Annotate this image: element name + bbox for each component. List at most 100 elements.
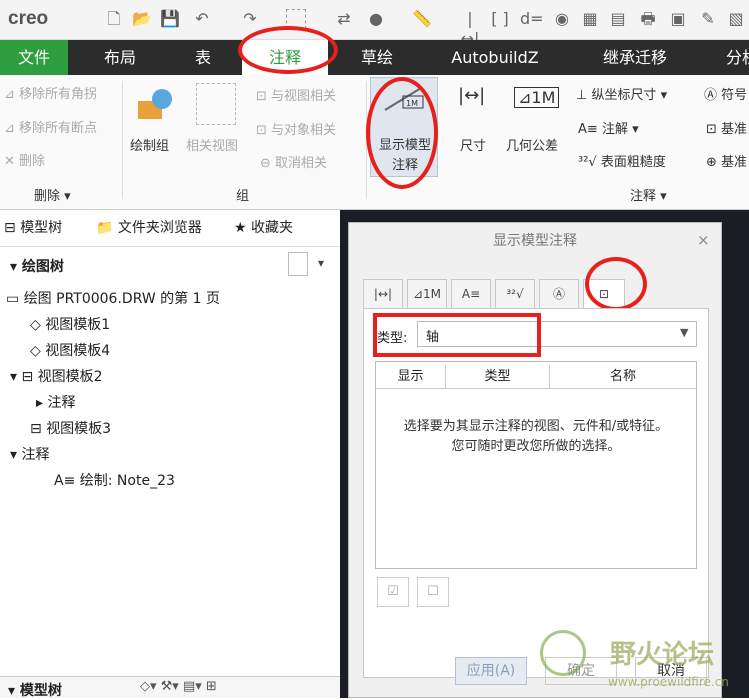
tab-file[interactable]: 文件 <box>0 40 68 75</box>
new-file-icon[interactable]: 🗋 <box>104 9 124 29</box>
print-icon[interactable]: 🖶 <box>638 9 658 29</box>
with-view-button[interactable]: ⊡ 与视图相关 <box>256 85 336 104</box>
dimension-button[interactable]: 尺寸 <box>460 135 486 154</box>
note-icon: A≡ <box>578 122 598 137</box>
ordinate-icon: ⊥ <box>576 88 588 103</box>
symbol-icon: Ⓐ <box>704 88 718 103</box>
measure-icon[interactable]: 📏 <box>412 9 432 29</box>
open-folder-icon[interactable]: 📂 <box>132 9 152 29</box>
tree-item-drawing[interactable]: ▭ 绘图 PRT0006.DRW 的第 1 页 <box>6 288 220 308</box>
select-all-icon[interactable]: ☑ <box>377 577 409 607</box>
column-name[interactable]: 名称 <box>550 365 696 389</box>
tab-surface-finish[interactable]: ³²√ <box>495 279 535 309</box>
remove-all-breaks-button[interactable]: ⊿ 移除所有断点 <box>4 117 97 136</box>
dimension-icon: |↔| <box>458 85 486 106</box>
highlight-circle <box>585 257 647 311</box>
tab-symbols[interactable]: Ⓐ <box>539 279 579 309</box>
drawing-icon: ▭ <box>6 291 20 307</box>
column-display[interactable]: 显示 <box>376 365 446 389</box>
selection-message-line2: 您可随时更改您所做的选择。 <box>451 439 621 454</box>
tree-item-annotations[interactable]: ▾ 注释 <box>10 444 49 464</box>
datum-target-button[interactable]: ⊕ 基准 <box>706 151 747 170</box>
remove-all-corners-button[interactable]: ⊿ 移除所有角拐 <box>4 83 97 102</box>
watermark-logo <box>540 630 586 676</box>
circle-icon[interactable]: ◉ <box>552 9 572 29</box>
divider <box>0 246 340 247</box>
left-panel: ⊟ 模型树 📁 文件夹浏览器 ★ 收藏夹 ▾ 绘图树 ▾ ▭ 绘图 PRT000… <box>0 210 340 700</box>
tab-dimensions[interactable]: |↔| <box>363 279 403 309</box>
tree-item-annotation[interactable]: ▸ 注释 <box>36 392 75 412</box>
view-template-icon: ◇ <box>30 317 41 333</box>
regenerate-icon[interactable]: ⇄ <box>334 9 354 29</box>
sphere-icon[interactable]: ● <box>366 9 386 29</box>
save-icon[interactable]: 💾 <box>160 9 180 29</box>
model-tree-icon: ⊟ <box>4 220 16 236</box>
tab-model-tree[interactable]: ⊟ 模型树 <box>4 210 84 246</box>
ordinate-dim-button[interactable]: ⊥ 纵坐标尺寸 ▾ <box>576 84 667 103</box>
expand-down-icon: ▾ <box>10 447 18 463</box>
note-button[interactable]: A≡ 注解 ▾ <box>578 118 639 137</box>
dialog-title: 显示模型注释 <box>493 233 577 249</box>
related-view-button[interactable]: 相关视图 <box>186 135 238 154</box>
folder-icon: 📁 <box>96 220 114 236</box>
draw-group-button[interactable]: 绘制组 <box>130 135 169 154</box>
tree-settings-icon[interactable] <box>288 252 308 276</box>
tab-layout[interactable]: 布局 <box>84 40 156 75</box>
grid-icon[interactable]: ▦ <box>580 9 600 29</box>
gtol-button[interactable]: 几何公差 <box>506 135 558 154</box>
tree-item-note[interactable]: A≡ 绘制: Note_23 <box>54 470 175 490</box>
tab-folder-browser[interactable]: 📁 文件夹浏览器 <box>96 210 222 246</box>
delete-button[interactable]: ✕ 删除 <box>4 150 45 169</box>
surface-finish-icon: ³²√ <box>578 155 597 170</box>
view-group-icon: ⊟ <box>30 421 42 437</box>
tab-gtol[interactable]: ⊿1M <box>407 279 447 309</box>
tree-item-view-template-3[interactable]: ⊟ 视图模板3 <box>30 418 111 438</box>
tab-autobuildz[interactable]: AutobuildZ <box>430 40 560 75</box>
tab-sketch[interactable]: 草绘 <box>340 40 414 75</box>
table-icon[interactable]: ▤ <box>608 9 628 29</box>
highlight-circle <box>366 77 438 189</box>
tree-item-view-template-2[interactable]: ▾ ⊟ 视图模板2 <box>10 366 103 386</box>
drawing-tree-header[interactable]: ▾ 绘图树 <box>10 256 64 276</box>
deselect-all-icon[interactable]: ☐ <box>417 577 449 607</box>
tree-item-view-template-4[interactable]: ◇ 视图模板4 <box>30 340 110 360</box>
undo-icon[interactable]: ↶ <box>192 9 212 29</box>
chevron-down-icon: ▼ <box>680 326 689 339</box>
tree-item-view-template-1[interactable]: ◇ 视图模板1 <box>30 314 110 334</box>
ribbon: ⊿ 移除所有角拐 ⊿ 移除所有断点 ✕ 删除 删除 ▾ 绘制组 相关视图 ⊡ 与… <box>0 75 749 210</box>
symbol-button[interactable]: Ⓐ 符号 <box>704 84 747 103</box>
remove-breaks-icon: ⊿ <box>4 121 15 136</box>
tab-legacy-migration[interactable]: 继承迁移 <box>580 40 690 75</box>
apply-button[interactable]: 应用(A) <box>455 657 527 685</box>
watermark-url: www.proewildfire.cn <box>608 675 729 689</box>
annotation-list[interactable] <box>375 361 697 569</box>
model-tree-footer-title[interactable]: ▾ 模型树 <box>8 680 62 700</box>
tab-notes[interactable]: A≡ <box>451 279 491 309</box>
redo-icon[interactable]: ↷ <box>240 9 260 29</box>
model-tree-tools-icons[interactable]: ◇▾ ⚒▾ ▤▾ ⊞ <box>140 679 217 694</box>
creo-logo: creo <box>8 8 49 29</box>
page-icon[interactable]: ▧ <box>726 9 746 29</box>
model-tree-footer: ▾ 模型树 ◇▾ ⚒▾ ▤▾ ⊞ <box>0 676 340 700</box>
expand-right-icon: ▸ <box>36 395 44 411</box>
dimension-icon[interactable]: |↔| <box>460 9 480 48</box>
remove-corners-icon: ⊿ <box>4 87 15 102</box>
watermark-text: 野火论坛 <box>610 640 715 670</box>
bracket-icon[interactable]: [ ] <box>490 9 510 29</box>
tab-analysis[interactable]: 分析 <box>712 40 749 75</box>
settings-dropdown-icon[interactable]: ▾ <box>318 256 324 270</box>
datum-feature-button[interactable]: ⊡ 基准 <box>706 118 747 137</box>
equals-icon[interactable]: d= <box>520 9 544 29</box>
tab-table[interactable]: 表 <box>170 40 236 75</box>
column-type[interactable]: 类型 <box>446 365 550 389</box>
cancel-related-button[interactable]: ⊖ 取消相关 <box>260 152 327 171</box>
gtol-icon: ⊿1M <box>514 87 560 108</box>
surface-finish-button[interactable]: ³²√ 表面粗糙度 <box>578 151 666 170</box>
close-icon[interactable]: × <box>697 231 710 249</box>
delete-group-label[interactable]: 删除 ▾ <box>34 185 71 204</box>
with-object-button[interactable]: ⊡ 与对象相关 <box>256 119 336 138</box>
tab-favorites[interactable]: ★ 收藏夹 <box>234 210 334 246</box>
tools-icon[interactable]: ✎ <box>698 9 718 29</box>
window-icon[interactable]: ▣ <box>668 9 688 29</box>
annotation-group-label[interactable]: 注释 ▾ <box>630 185 667 204</box>
